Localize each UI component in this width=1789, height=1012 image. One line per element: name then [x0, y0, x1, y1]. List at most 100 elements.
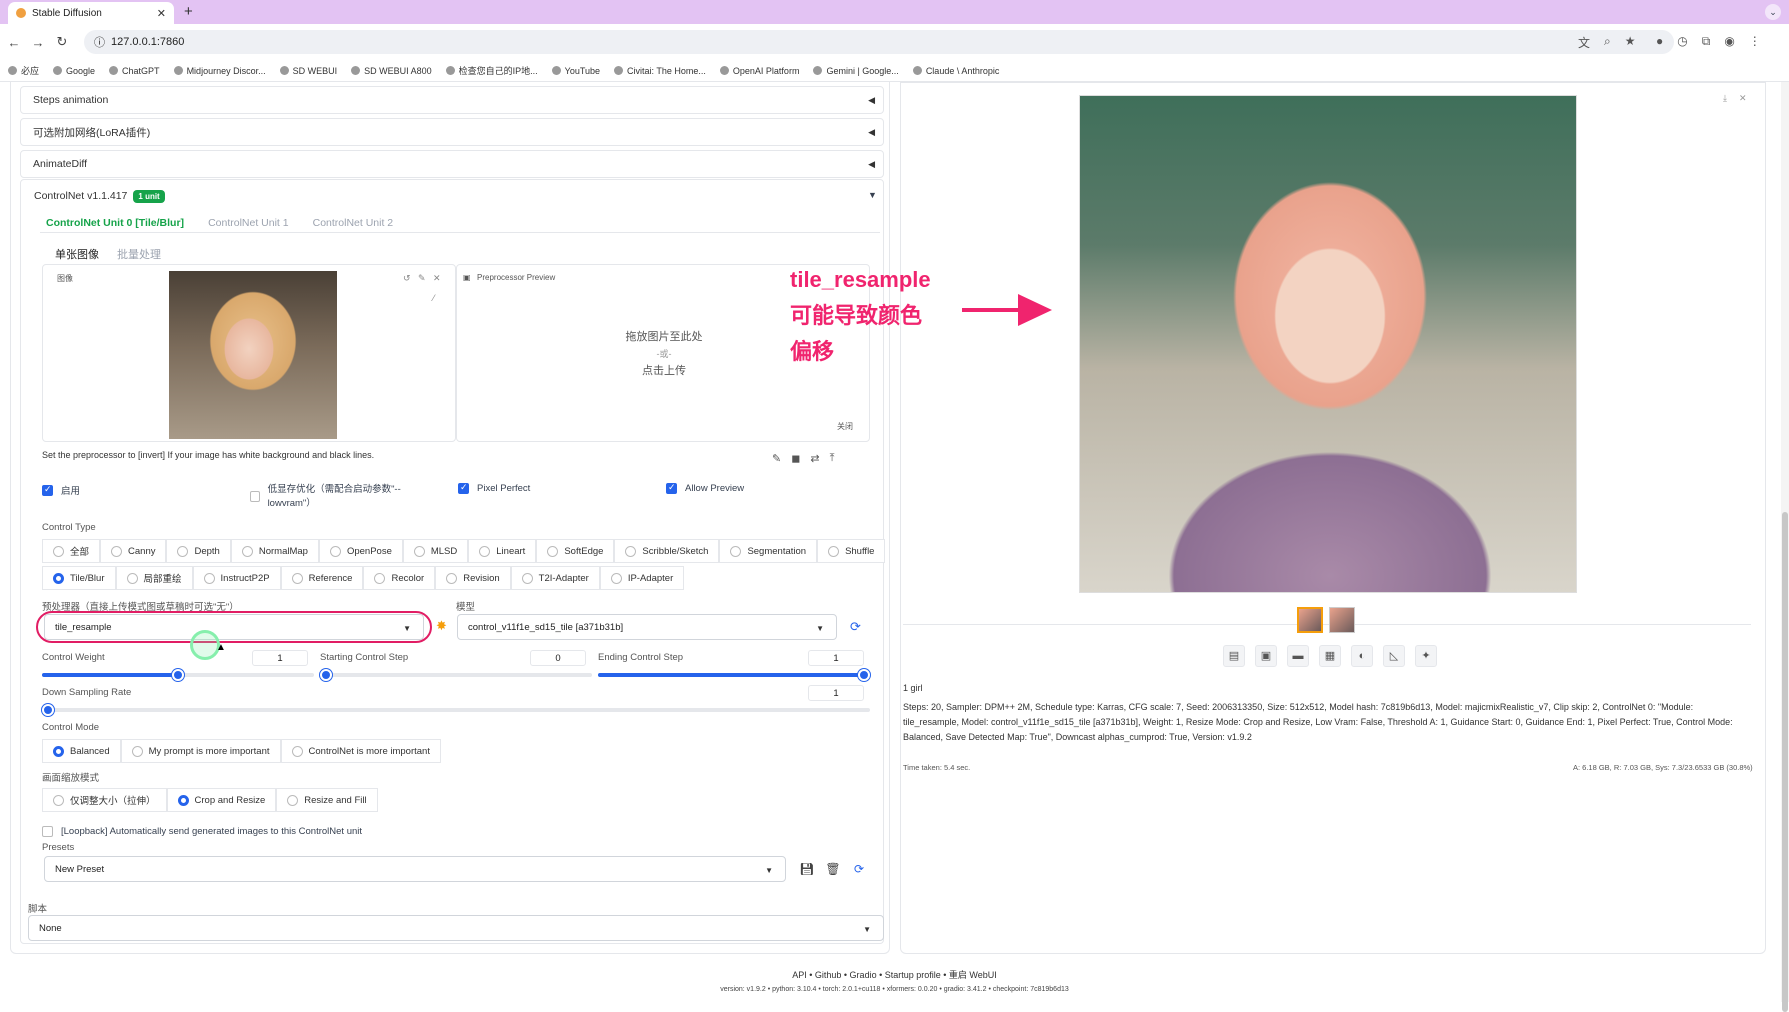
control-type-option[interactable]: IP-Adapter [599, 566, 685, 590]
thumbnail-1[interactable] [1297, 607, 1323, 633]
control-type-option[interactable]: Recolor [363, 566, 436, 590]
undo-icon[interactable]: ↺ [403, 273, 411, 284]
profile-avatar-icon[interactable]: ◉ [1724, 34, 1734, 49]
control-type-option[interactable]: Reference [280, 566, 364, 590]
close-preview-button[interactable]: 关闭 [837, 421, 853, 432]
pencil-icon[interactable]: ✎ [772, 452, 781, 465]
accordion-lora[interactable]: 可选附加网络(LoRA插件) ◀ [20, 118, 884, 146]
control-type-option[interactable]: NormalMap [230, 539, 319, 563]
model-select[interactable]: control_v11f1e_sd15_tile [a371b31b] ▼ [457, 614, 837, 640]
control-type-option[interactable]: 全部 [42, 539, 101, 563]
back-icon[interactable]: ← [4, 35, 24, 50]
bookmark-item[interactable]: SD WEBUI A800 [351, 66, 432, 76]
bookmark-item[interactable]: YouTube [551, 66, 600, 76]
swap-icon[interactable]: ⇄ [810, 452, 819, 465]
mode-prompt-important[interactable]: My prompt is more important [120, 739, 281, 763]
resize-crop-and-resize[interactable]: Crop and Resize [166, 788, 277, 812]
mode-balanced[interactable]: Balanced [42, 739, 121, 763]
control-type-option[interactable]: OpenPose [318, 539, 403, 563]
page-scrollbar[interactable] [1781, 82, 1789, 1012]
loopback-checkbox[interactable]: [Loopback] Automatically send generated … [42, 826, 362, 837]
run-preprocessor-icon[interactable]: ✸ [436, 618, 447, 634]
control-type-option[interactable]: 局部重绘 [115, 566, 193, 590]
end-step-slider[interactable] [598, 669, 870, 681]
zoom-icon[interactable]: ⌕ [1604, 34, 1611, 51]
brush-icon[interactable]: ⁄ [433, 293, 435, 303]
open-folder-icon[interactable]: ▤ [1223, 645, 1245, 667]
refresh-models-icon[interactable]: ⟳ [850, 619, 861, 635]
control-type-option[interactable]: Lineart [468, 539, 537, 563]
control-type-option[interactable]: Segmentation [719, 539, 818, 563]
control-type-option[interactable]: Depth [166, 539, 231, 563]
history-icon[interactable]: ◷ [1677, 34, 1687, 49]
control-type-option[interactable]: Revision [435, 566, 511, 590]
reload-icon[interactable]: ↻ [52, 34, 72, 50]
bookmark-item[interactable]: SD WEBUI [279, 66, 337, 76]
forward-icon[interactable]: → [28, 35, 48, 50]
zip-icon[interactable]: ▬ [1287, 645, 1309, 667]
script-select[interactable]: None ▼ [28, 915, 884, 941]
control-type-option[interactable]: MLSD [402, 539, 469, 563]
bookmark-item[interactable]: OpenAI Platform [719, 66, 799, 76]
resize-just-resize[interactable]: 仅调整大小（拉伸） [42, 788, 167, 812]
slider-thumb[interactable] [320, 669, 332, 681]
send-to-inpaint-icon[interactable]: ◐ [1351, 645, 1373, 667]
accordion-animatediff[interactable]: AnimateDiff ◀ [20, 150, 884, 178]
enable-checkbox[interactable]: 启用 [42, 483, 80, 497]
menu-icon[interactable]: ⋮ [1749, 34, 1761, 49]
bookmark-star-icon[interactable]: ★ [1625, 34, 1636, 51]
image-input-box[interactable]: 图像 ↺ ✎ ✕ ⁄ [42, 264, 456, 442]
down-sampling-input[interactable]: 1 [808, 685, 864, 701]
down-sampling-slider[interactable] [42, 704, 870, 716]
camera-icon[interactable]: ◼ [791, 452, 800, 465]
slider-thumb[interactable] [42, 704, 54, 716]
save-preset-icon[interactable]: 💾︎ [798, 860, 816, 878]
bookmark-item[interactable]: 必应 [8, 64, 39, 77]
sparkle-icon[interactable]: ✦ [1415, 645, 1437, 667]
close-gallery-icon[interactable]: ✕ [1739, 93, 1747, 104]
tab-search-icon[interactable]: ⌄ [1765, 4, 1781, 20]
control-type-option[interactable]: Shuffle [817, 539, 886, 563]
bookmark-item[interactable]: Midjourney Discor... [173, 66, 266, 76]
edit-icon[interactable]: ✎ [418, 273, 426, 284]
control-type-option[interactable]: InstructP2P [192, 566, 281, 590]
control-type-option[interactable]: T2I-Adapter [510, 566, 600, 590]
delete-preset-icon[interactable]: 🗑︎ [824, 860, 842, 878]
address-bar[interactable]: ⓘ 127.0.0.1:7860 [84, 30, 1674, 54]
start-step-input[interactable]: 0 [530, 650, 586, 666]
browser-tab[interactable]: Stable Diffusion ✕ [8, 2, 174, 24]
bookmark-item[interactable]: Civitai: The Home... [614, 66, 706, 76]
controlnet-header[interactable]: ControlNet v1.1.417 1 unit [34, 190, 165, 203]
slider-thumb[interactable] [858, 669, 870, 681]
send-to-extras-icon[interactable]: ◺ [1383, 645, 1405, 667]
footer-links[interactable]: API • Github • Gradio • Startup profile … [0, 968, 1789, 981]
bookmark-item[interactable]: 检查您自己的IP地... [445, 64, 538, 77]
resize-and-fill[interactable]: Resize and Fill [276, 788, 378, 812]
pixel-perfect-checkbox[interactable]: Pixel Perfect [458, 482, 530, 494]
control-type-option[interactable]: Tile/Blur [42, 566, 116, 590]
slider-thumb[interactable] [172, 669, 184, 681]
allow-preview-checkbox[interactable]: Allow Preview [666, 482, 744, 494]
tab-unit-0[interactable]: ControlNet Unit 0 [Tile/Blur] [46, 217, 184, 229]
end-step-input[interactable]: 1 [808, 650, 864, 666]
control-type-option[interactable]: Canny [100, 539, 167, 563]
tab-unit-2[interactable]: ControlNet Unit 2 [313, 217, 394, 229]
control-weight-input[interactable]: 1 [252, 650, 308, 666]
scrollbar-thumb[interactable] [1782, 512, 1788, 1012]
bookmark-item[interactable]: ChatGPT [109, 66, 160, 76]
site-info-icon[interactable]: ⓘ [94, 34, 105, 50]
bookmark-item[interactable]: Gemini | Google... [813, 66, 899, 76]
presets-select[interactable]: New Preset ▼ [44, 856, 786, 882]
new-tab-icon[interactable]: + [184, 3, 193, 20]
mode-controlnet-important[interactable]: ControlNet is more important [280, 739, 441, 763]
start-step-slider[interactable] [320, 669, 592, 681]
expand-icon[interactable]: ▼ [868, 190, 877, 200]
save-icon[interactable]: ▣ [1255, 645, 1277, 667]
clear-icon[interactable]: ✕ [433, 273, 441, 284]
control-type-option[interactable]: Scribble/Sketch [614, 539, 720, 563]
thumbnail-2[interactable] [1329, 607, 1355, 633]
translate-icon[interactable]: 文 [1578, 34, 1590, 51]
bookmark-item[interactable]: Claude \ Anthropic [912, 66, 999, 76]
bookmark-item[interactable]: Google [53, 66, 95, 76]
generated-image[interactable] [1079, 95, 1577, 593]
